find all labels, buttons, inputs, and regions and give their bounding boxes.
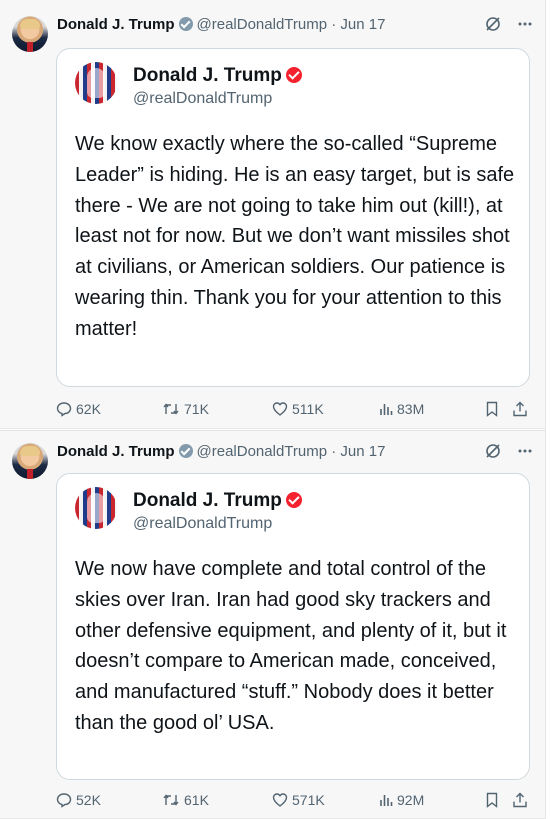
views-icon bbox=[380, 795, 393, 806]
avatar[interactable] bbox=[12, 16, 48, 52]
quoted-avatar[interactable] bbox=[75, 487, 117, 529]
like-count: 571K bbox=[292, 792, 325, 808]
repost-icon bbox=[163, 403, 179, 415]
views-button[interactable]: 92M bbox=[379, 791, 424, 809]
bookmark-button[interactable] bbox=[485, 791, 503, 809]
quoted-author-name[interactable]: Donald J. Trump bbox=[133, 490, 282, 511]
grok-icon[interactable] bbox=[485, 16, 501, 37]
verified-badge-icon bbox=[178, 444, 193, 458]
quoted-author-name-row: Donald J. Trump bbox=[133, 65, 302, 87]
avatar[interactable] bbox=[12, 443, 48, 479]
repost-button[interactable]: 71K bbox=[162, 400, 209, 418]
timeline: Donald J. Trump @realDonaldTrump · Jun 17… bbox=[0, 0, 550, 819]
post-date[interactable]: Jun 17 bbox=[340, 443, 385, 460]
repost-count: 71K bbox=[184, 401, 209, 417]
like-button[interactable]: 511K bbox=[272, 400, 324, 418]
author-name[interactable]: Donald J. Trump bbox=[57, 443, 175, 460]
quoted-avatar[interactable] bbox=[75, 62, 117, 104]
post[interactable]: Donald J. Trump @realDonaldTrump · Jun 17… bbox=[0, 430, 545, 819]
like-button[interactable]: 571K bbox=[272, 791, 325, 809]
more-icon[interactable] bbox=[517, 443, 533, 464]
quoted-post-text: We know exactly where the so-called “Sup… bbox=[75, 133, 515, 340]
author-handle[interactable]: @realDonaldTrump bbox=[197, 443, 328, 460]
share-button[interactable] bbox=[512, 791, 532, 809]
author-name[interactable]: Donald J. Trump bbox=[57, 16, 175, 33]
repost-button[interactable]: 61K bbox=[162, 791, 209, 809]
post-date[interactable]: Jun 17 bbox=[340, 16, 385, 33]
reply-icon bbox=[56, 793, 72, 808]
post[interactable]: Donald J. Trump @realDonaldTrump · Jun 17… bbox=[0, 0, 545, 429]
separator: · bbox=[331, 443, 337, 460]
share-icon bbox=[513, 401, 527, 417]
quoted-post-card[interactable]: Donald J. Trump @realDonaldTrump We now … bbox=[56, 473, 530, 780]
post-header: Donald J. Trump @realDonaldTrump · Jun 17 bbox=[57, 443, 385, 461]
share-button[interactable] bbox=[512, 400, 532, 418]
views-icon bbox=[380, 404, 393, 415]
timeline-divider bbox=[545, 0, 546, 819]
like-count: 511K bbox=[292, 401, 324, 417]
post-actions: 62K 71K 511K 83M bbox=[0, 400, 545, 420]
verified-badge-icon bbox=[178, 17, 193, 31]
share-icon bbox=[513, 792, 527, 808]
separator: · bbox=[331, 16, 337, 33]
reply-button[interactable]: 52K bbox=[56, 791, 101, 809]
heart-icon bbox=[272, 402, 288, 416]
repost-icon bbox=[163, 794, 179, 806]
post-header-icons bbox=[473, 443, 533, 461]
quoted-author-name-row: Donald J. Trump bbox=[133, 490, 302, 512]
grok-icon[interactable] bbox=[485, 443, 501, 464]
bookmark-button[interactable] bbox=[485, 400, 503, 418]
more-icon[interactable] bbox=[517, 16, 533, 37]
reply-icon bbox=[56, 402, 72, 417]
view-count: 83M bbox=[397, 401, 425, 417]
reply-button[interactable]: 62K bbox=[56, 400, 101, 418]
bookmark-icon bbox=[486, 792, 498, 808]
post-header-icons bbox=[473, 16, 533, 34]
view-count: 92M bbox=[397, 792, 425, 808]
views-button[interactable]: 83M bbox=[379, 400, 424, 418]
repost-count: 61K bbox=[184, 792, 209, 808]
reply-count: 52K bbox=[76, 792, 101, 808]
bookmark-icon bbox=[486, 401, 498, 417]
quoted-post-text: We now have complete and total control o… bbox=[75, 558, 507, 734]
quoted-post-card[interactable]: Donald J. Trump @realDonaldTrump We know… bbox=[56, 48, 530, 387]
verified-badge-icon bbox=[285, 67, 302, 83]
verified-badge-icon bbox=[285, 492, 302, 508]
post-actions: 52K 61K 571K 92M bbox=[0, 791, 545, 811]
reply-count: 62K bbox=[76, 401, 101, 417]
quoted-author-name[interactable]: Donald J. Trump bbox=[133, 65, 282, 86]
quoted-author-handle[interactable]: @realDonaldTrump bbox=[133, 89, 272, 109]
post-header: Donald J. Trump @realDonaldTrump · Jun 17 bbox=[57, 16, 385, 34]
heart-icon bbox=[272, 793, 288, 807]
quoted-author-handle[interactable]: @realDonaldTrump bbox=[133, 514, 272, 534]
author-handle[interactable]: @realDonaldTrump bbox=[197, 16, 328, 33]
